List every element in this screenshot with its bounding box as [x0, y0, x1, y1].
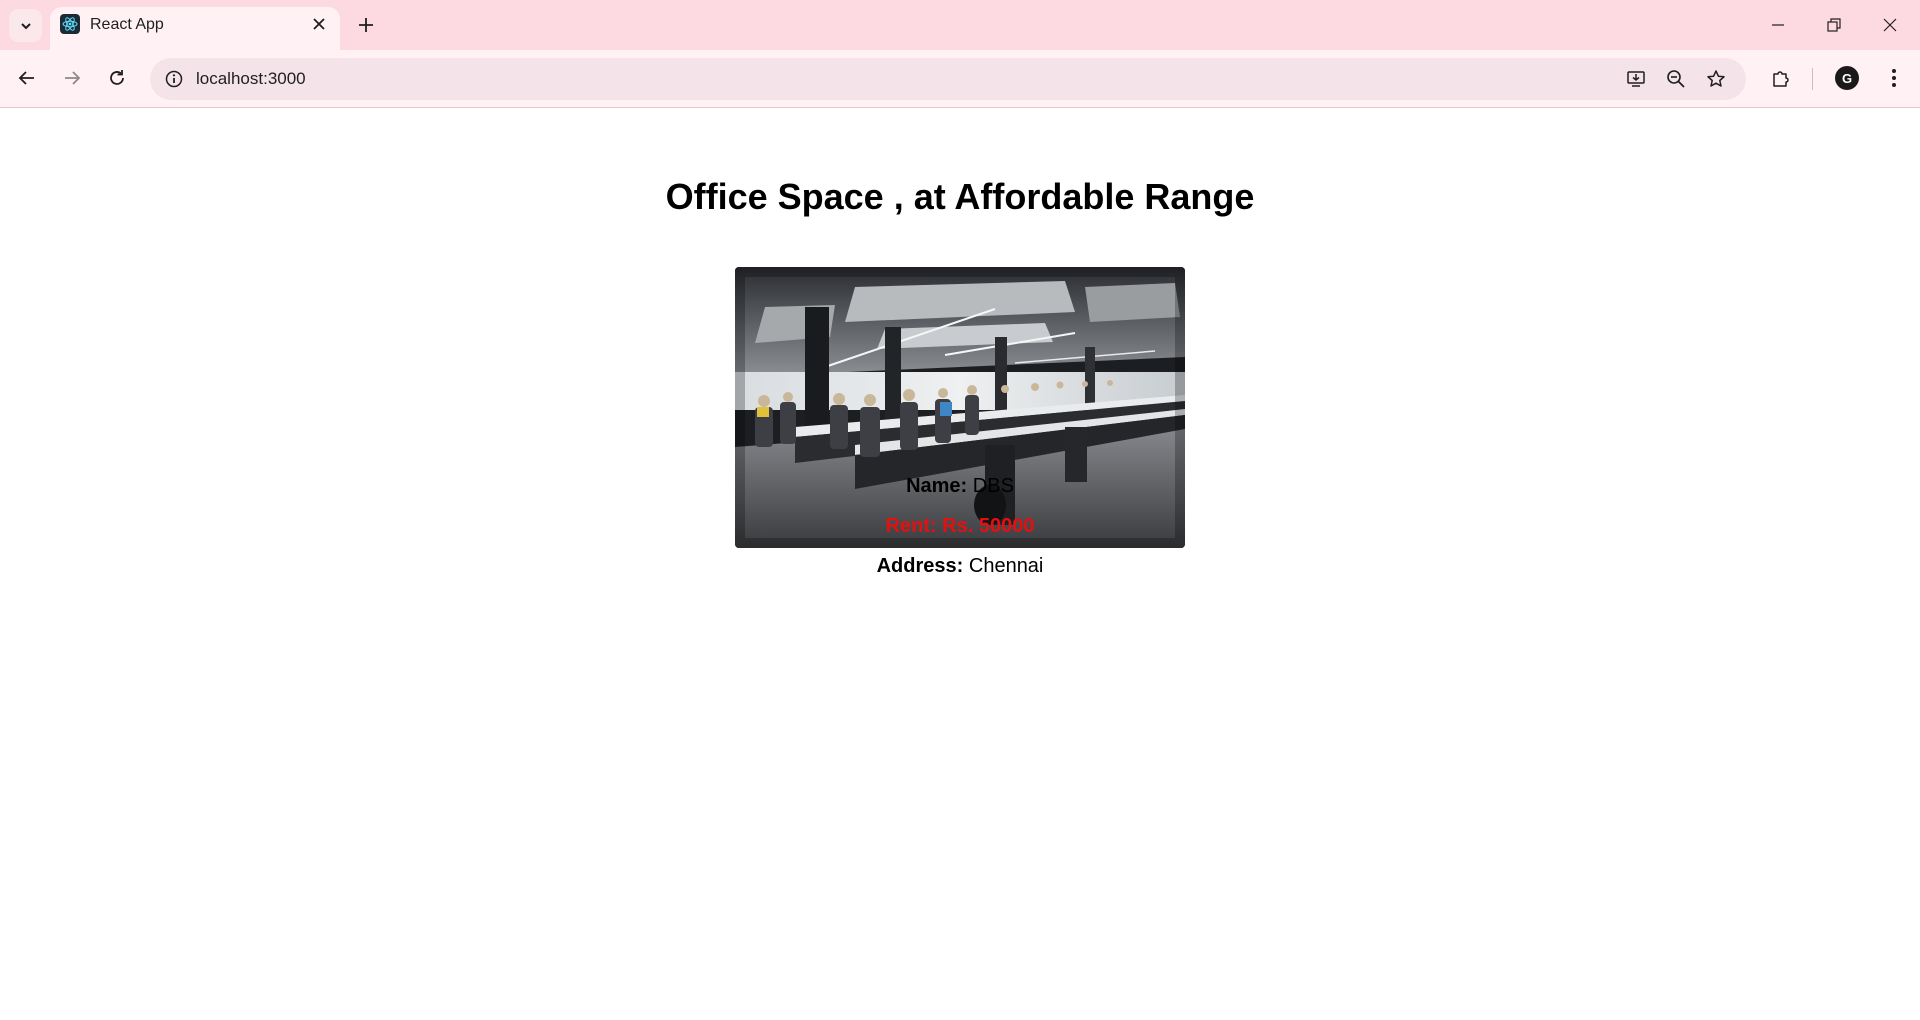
rent-label: Rent: Rs.	[885, 515, 974, 537]
menu-button[interactable]	[1876, 60, 1912, 96]
rent-value: 50000	[978, 515, 1035, 537]
minimize-icon	[1772, 24, 1784, 26]
install-icon	[1627, 71, 1645, 87]
address-row: Address: Chennai	[0, 555, 1920, 578]
reload-button[interactable]	[99, 60, 135, 96]
site-info-button[interactable]	[159, 64, 189, 94]
reload-icon	[110, 70, 124, 85]
extensions-button[interactable]	[1763, 60, 1799, 96]
bookmark-button[interactable]	[1700, 63, 1732, 95]
tab-close-button[interactable]	[306, 11, 332, 37]
forward-button[interactable]	[54, 60, 90, 96]
url-text: localhost:3000	[196, 69, 306, 88]
minimize-button[interactable]	[1750, 0, 1806, 50]
tab-strip: React App	[0, 0, 1920, 50]
close-icon	[313, 18, 325, 30]
back-button[interactable]	[9, 60, 45, 96]
browser-tab[interactable]: React App	[50, 7, 340, 50]
zoom-button[interactable]	[1660, 63, 1692, 95]
browser-toolbar: localhost:3000 G	[0, 50, 1920, 108]
arrow-right-icon	[65, 71, 81, 85]
new-tab-button[interactable]	[350, 9, 382, 41]
page-content: Office Space , at Affordable Range Name:…	[0, 108, 1920, 1020]
star-icon	[1707, 70, 1725, 87]
arrow-left-icon	[18, 71, 34, 85]
restore-icon	[1827, 18, 1841, 32]
install-app-button[interactable]	[1620, 63, 1652, 95]
page-title: Office Space , at Affordable Range	[665, 176, 1255, 217]
more-vertical-icon	[1892, 69, 1896, 87]
address-label: Address:	[876, 555, 964, 577]
address-bar[interactable]: localhost:3000	[150, 58, 1746, 100]
zoom-out-icon	[1667, 70, 1685, 88]
plus-icon	[359, 18, 373, 32]
close-icon	[1883, 18, 1897, 32]
profile-avatar[interactable]: G	[1835, 66, 1859, 90]
close-window-button[interactable]	[1862, 0, 1918, 50]
name-row: Name: DBS	[0, 475, 1920, 498]
address-value: Chennai	[968, 555, 1044, 577]
tab-title: React App	[90, 16, 164, 33]
react-logo-icon	[60, 14, 80, 34]
info-icon	[165, 70, 183, 88]
rent-row: Rent: Rs. 50000	[0, 515, 1920, 538]
chevron-down-icon	[20, 22, 31, 29]
office-photo	[735, 267, 1185, 548]
toolbar-divider	[1812, 68, 1813, 90]
tab-search-button[interactable]	[9, 9, 42, 42]
name-label: Name:	[906, 475, 968, 497]
name-value: DBS	[972, 475, 1014, 497]
restore-button[interactable]	[1806, 0, 1862, 50]
puzzle-icon	[1773, 71, 1789, 87]
